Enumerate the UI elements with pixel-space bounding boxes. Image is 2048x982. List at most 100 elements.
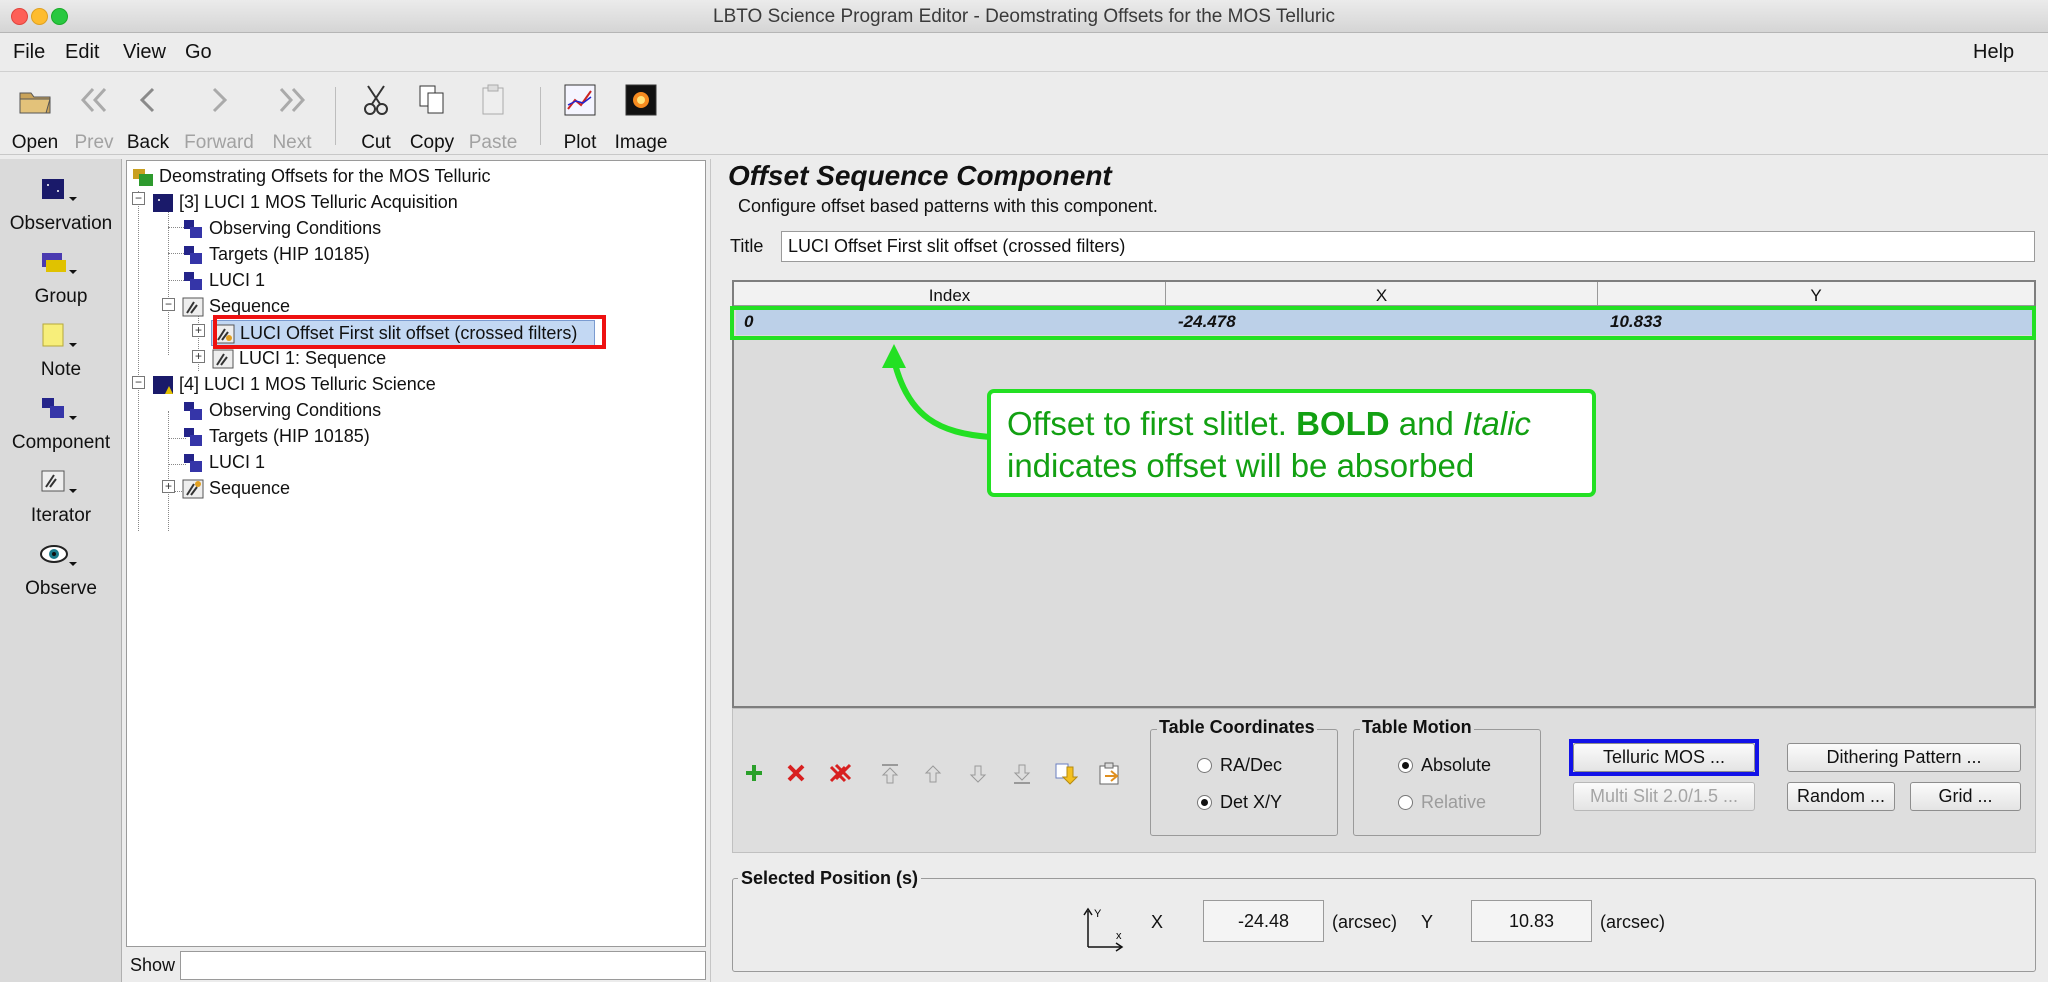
- note-icon: [42, 323, 77, 347]
- blue-highlight-box: [1569, 739, 1759, 776]
- tree-item-targets[interactable]: Targets (HIP 10185): [181, 424, 581, 450]
- show-filter-input[interactable]: [180, 951, 706, 980]
- next-button[interactable]: Next: [266, 81, 318, 153]
- forward-button[interactable]: Forward: [182, 81, 256, 153]
- toolbar: Open Prev Back Forward Next Cut Copy Pas…: [0, 73, 2048, 155]
- scissors-icon: [364, 85, 388, 115]
- tree-item-program[interactable]: Deomstrating Offsets for the MOS Telluri…: [131, 164, 571, 190]
- copy-button[interactable]: Copy: [407, 81, 457, 153]
- program-tree[interactable]: Deomstrating Offsets for the MOS Telluri…: [126, 160, 706, 947]
- paste-button[interactable]: Paste: [467, 81, 519, 153]
- y-label: Y: [1421, 912, 1434, 932]
- component-icon: [184, 220, 202, 238]
- dithering-pattern-button[interactable]: Dithering Pattern ...: [1787, 743, 2021, 772]
- image-button[interactable]: Image: [612, 81, 670, 153]
- tree-item-targets[interactable]: Targets (HIP 10185): [181, 242, 581, 268]
- move-to-bottom-icon[interactable]: [1011, 762, 1033, 786]
- tree-item-acquisition[interactable]: [3] LUCI 1 MOS Telluric Acquisition: [151, 190, 591, 216]
- component-icon: [42, 398, 77, 420]
- multi-slit-button[interactable]: Multi Slit 2.0/1.5 ...: [1573, 782, 1755, 811]
- tree-item-luci[interactable]: LUCI 1: [181, 450, 581, 476]
- tree-expand-toggle[interactable]: +: [162, 480, 175, 493]
- column-header-x[interactable]: X: [1166, 282, 1598, 306]
- column-header-index[interactable]: Index: [734, 282, 1166, 306]
- tree-collapse-toggle[interactable]: −: [132, 192, 145, 205]
- eye-icon: [40, 545, 77, 566]
- window-titlebar: LBTO Science Program Editor - Deomstrati…: [0, 0, 2048, 33]
- component-heading: Offset Sequence Component: [728, 160, 1112, 191]
- prev-button[interactable]: Prev: [70, 81, 118, 153]
- annotation-arrow: [882, 344, 991, 440]
- program-icon: [133, 169, 153, 186]
- show-label: Show: [130, 955, 176, 975]
- det-xy-radio[interactable]: Det X/Y: [1197, 792, 1282, 813]
- tree-item-luci[interactable]: LUCI 1: [181, 268, 581, 294]
- y-position-field[interactable]: 10.83: [1471, 900, 1592, 942]
- relative-radio[interactable]: Relative: [1398, 792, 1486, 813]
- group-button[interactable]: Group: [0, 248, 122, 312]
- axes-icon: Y x: [1083, 907, 1124, 952]
- move-up-icon[interactable]: [922, 762, 944, 786]
- cut-button[interactable]: Cut: [353, 81, 399, 153]
- component-icon: [184, 272, 202, 290]
- iterator-icon: [41, 470, 77, 493]
- radec-radio[interactable]: RA/Dec: [1197, 755, 1282, 776]
- title-label: Title: [730, 236, 764, 256]
- x-unit-label: (arcsec): [1332, 912, 1398, 932]
- x-label: X: [1151, 912, 1164, 932]
- iterator-icon: [182, 297, 204, 317]
- back-button[interactable]: Back: [124, 81, 172, 153]
- component-description: Configure offset based patterns with thi…: [738, 196, 1158, 216]
- component-icon: [184, 428, 202, 446]
- tree-item-observing-conditions[interactable]: Observing Conditions: [181, 398, 581, 424]
- title-input[interactable]: LUCI Offset First slit offset (crossed f…: [781, 231, 2035, 262]
- axis-y-label: Y: [1094, 908, 1102, 920]
- component-icon: [184, 454, 202, 472]
- axis-x-label: x: [1116, 930, 1122, 942]
- open-button[interactable]: Open: [10, 81, 60, 153]
- menu-help[interactable]: Help: [1973, 41, 2014, 64]
- observation-button[interactable]: Observation: [0, 175, 122, 239]
- iterator-button[interactable]: Iterator: [0, 467, 122, 531]
- paste-positions-icon[interactable]: [1097, 762, 1123, 788]
- move-to-top-icon[interactable]: [879, 762, 901, 786]
- plot-button[interactable]: Plot: [558, 81, 602, 153]
- observation-icon: [153, 376, 173, 394]
- table-coordinates-group: Table Coordinates RA/Dec Det X/Y: [1150, 717, 1338, 836]
- tree-expand-toggle[interactable]: +: [192, 350, 205, 363]
- group-icon: [42, 253, 77, 274]
- copy-icon: [419, 85, 444, 114]
- tree-expand-toggle[interactable]: +: [192, 324, 205, 337]
- selected-position-title: Selected Position (s): [738, 868, 922, 889]
- tree-item-sequence[interactable]: Sequence: [181, 476, 581, 502]
- clipboard-icon: [482, 84, 504, 115]
- absolute-radio[interactable]: Absolute: [1398, 755, 1491, 776]
- add-row-icon[interactable]: [743, 762, 765, 784]
- note-button[interactable]: Note: [0, 321, 122, 385]
- tree-item-science[interactable]: [4] LUCI 1 MOS Telluric Science: [151, 372, 591, 398]
- observation-icon: [153, 194, 173, 212]
- move-down-icon[interactable]: [967, 762, 989, 786]
- tree-collapse-toggle[interactable]: −: [162, 298, 175, 311]
- tree-collapse-toggle[interactable]: −: [132, 376, 145, 389]
- tree-item-luci-sequence[interactable]: LUCI 1: Sequence: [211, 346, 611, 372]
- column-header-y[interactable]: Y: [1598, 282, 2034, 306]
- x-position-field[interactable]: -24.48: [1203, 900, 1324, 942]
- move-down-highlighted-icon[interactable]: [1054, 762, 1078, 788]
- remove-row-icon[interactable]: [785, 762, 807, 784]
- observation-icon: [42, 179, 77, 201]
- toolbar-separator: [540, 87, 541, 145]
- observe-button[interactable]: Observe: [0, 540, 122, 604]
- tree-item-observing-conditions[interactable]: Observing Conditions: [181, 216, 581, 242]
- remove-all-rows-icon[interactable]: [828, 762, 852, 786]
- menu-go[interactable]: Go: [185, 41, 212, 64]
- component-button[interactable]: Component: [0, 394, 122, 458]
- plot-icon: [564, 84, 596, 116]
- double-chevron-right-icon: [279, 87, 306, 113]
- menu-edit[interactable]: Edit: [65, 41, 99, 64]
- starfield-image-icon: [625, 84, 657, 116]
- random-button[interactable]: Random ...: [1787, 782, 1895, 811]
- grid-button[interactable]: Grid ...: [1910, 782, 2021, 811]
- menu-view[interactable]: View: [123, 41, 166, 64]
- menu-file[interactable]: File: [13, 41, 45, 64]
